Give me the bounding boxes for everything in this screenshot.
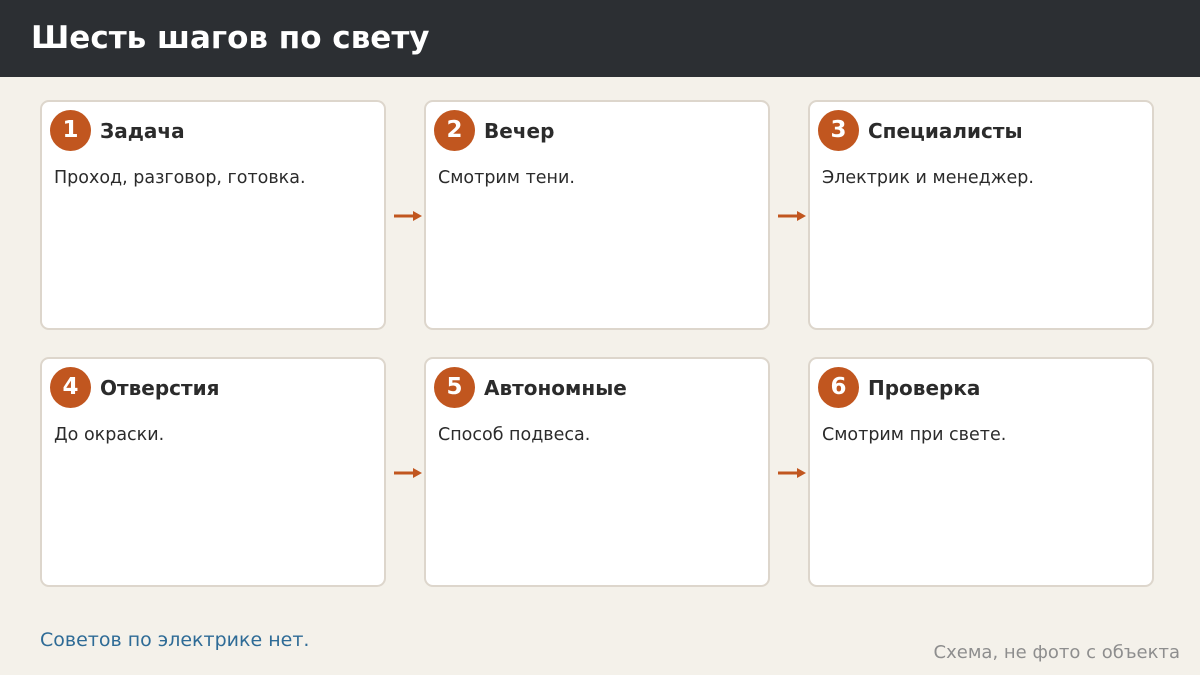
step-description: Смотрим тени.: [438, 168, 575, 188]
step-card-1: 1 Задача Проход, разговор, готовка.: [40, 100, 386, 330]
step-description: До окраски.: [54, 425, 165, 445]
step-number-badge: 2: [434, 110, 475, 151]
arrow-right-icon: [394, 211, 422, 221]
step-number-badge: 5: [434, 367, 475, 408]
step-number-badge: 6: [818, 367, 859, 408]
step-title: Специалисты: [868, 119, 1023, 143]
step-card-5: 5 Автономные Способ подвеса.: [424, 357, 770, 587]
footnote-link[interactable]: Советов по электрике нет.: [40, 628, 309, 652]
step-number-badge: 4: [50, 367, 91, 408]
step-card-2: 2 Вечер Смотрим тени.: [424, 100, 770, 330]
step-title: Проверка: [868, 376, 981, 400]
step-description: Смотрим при свете.: [822, 425, 1007, 445]
page-title: Шесть шагов по свету: [31, 20, 430, 56]
step-title: Задача: [100, 119, 185, 143]
image-caption: Схема, не фото с объекта: [933, 642, 1180, 663]
step-title: Автономные: [484, 376, 627, 400]
step-card-6: 6 Проверка Смотрим при свете.: [808, 357, 1154, 587]
arrow-right-icon: [778, 468, 806, 478]
step-number-badge: 3: [818, 110, 859, 151]
step-title: Вечер: [484, 119, 555, 143]
header-bar: Шесть шагов по свету: [0, 0, 1200, 77]
step-description: Электрик и менеджер.: [822, 168, 1034, 188]
arrow-right-icon: [778, 211, 806, 221]
arrow-right-icon: [394, 468, 422, 478]
step-description: Проход, разговор, готовка.: [54, 168, 306, 188]
step-card-3: 3 Специалисты Электрик и менеджер.: [808, 100, 1154, 330]
step-number-badge: 1: [50, 110, 91, 151]
step-title: Отверстия: [100, 376, 220, 400]
step-card-4: 4 Отверстия До окраски.: [40, 357, 386, 587]
step-description: Способ подвеса.: [438, 425, 591, 445]
